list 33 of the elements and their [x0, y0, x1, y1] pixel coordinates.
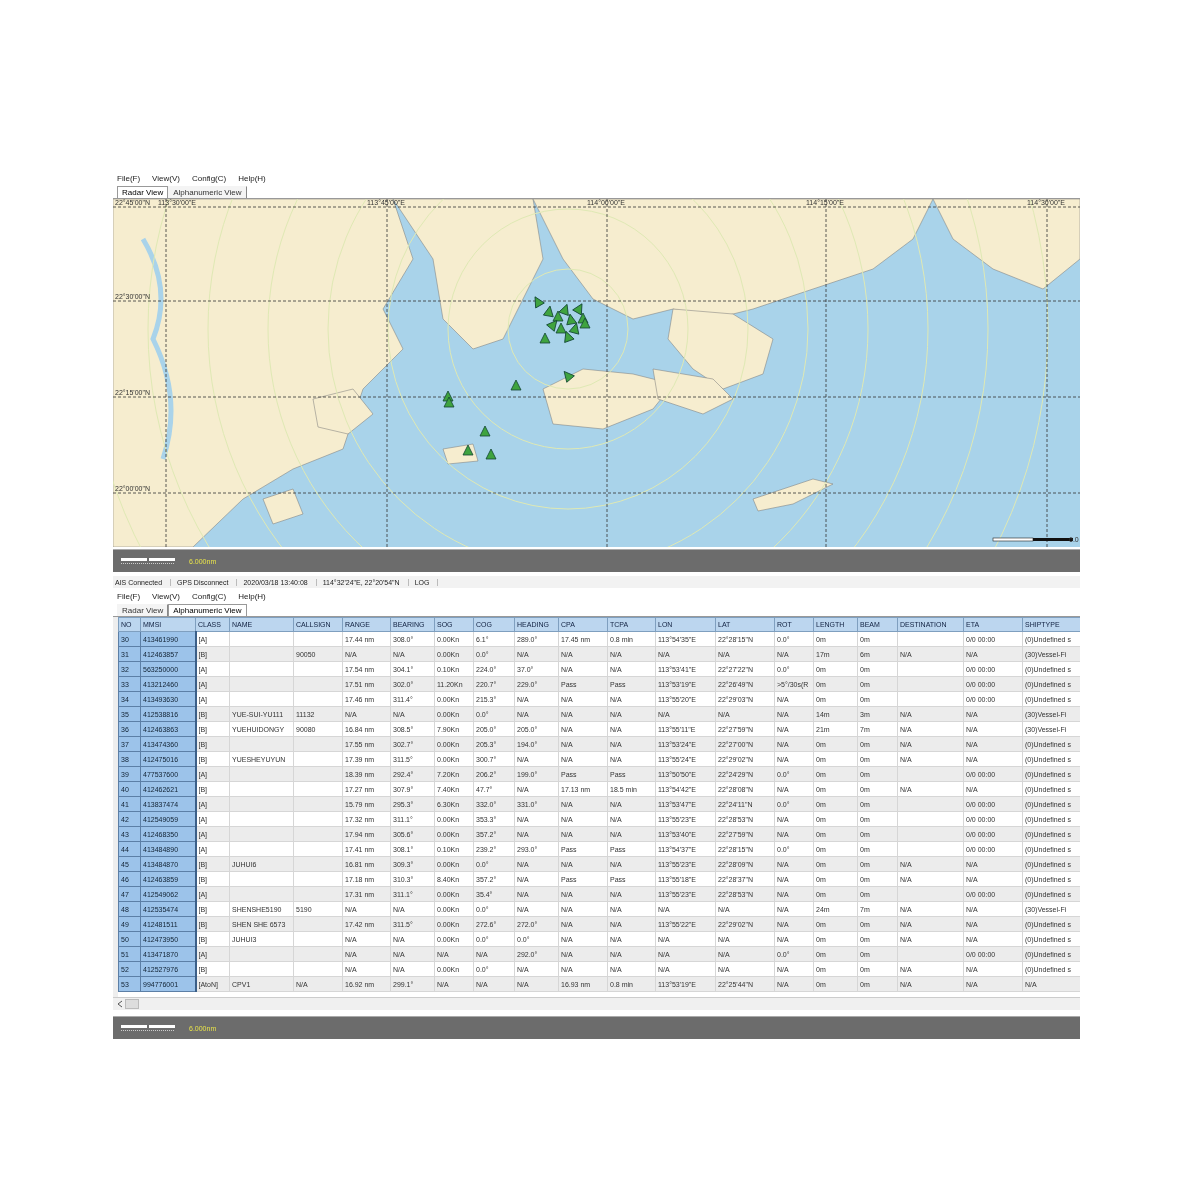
vessel-marker[interactable] — [539, 332, 551, 344]
tab[interactable]: Alphanumeric View — [168, 186, 247, 198]
menu-item[interactable]: File(F) — [117, 173, 141, 183]
vessel-marker[interactable] — [485, 448, 497, 460]
vessel-marker[interactable] — [552, 310, 564, 322]
scale-bar-icon — [121, 557, 175, 565]
vessel-marker[interactable] — [566, 313, 577, 326]
vessel-marker[interactable] — [563, 371, 575, 383]
scale-bar-icon — [121, 1024, 175, 1032]
menu-item[interactable]: View(V) — [152, 591, 180, 601]
vessel-marker[interactable] — [534, 296, 545, 309]
menu-item[interactable]: Config(C) — [191, 173, 227, 183]
vessel-marker[interactable] — [510, 379, 522, 391]
scroll-left-icon[interactable] — [117, 1000, 123, 1008]
vessel-marker[interactable] — [558, 303, 569, 316]
tab[interactable]: Radar View — [117, 186, 169, 198]
vessel-marker[interactable] — [462, 444, 474, 456]
menu-item[interactable]: Help(H) — [238, 173, 266, 183]
vessel-marker[interactable] — [564, 330, 575, 343]
vessel-marker[interactable] — [572, 303, 583, 316]
vessel-marker[interactable] — [568, 322, 580, 335]
vessel-marker[interactable] — [443, 396, 455, 408]
scrollbar-thumb[interactable] — [125, 999, 139, 1009]
menu-item[interactable]: File(F) — [117, 591, 141, 601]
vessel-marker[interactable] — [442, 390, 454, 402]
tab[interactable]: Alphanumeric View — [168, 604, 247, 616]
menu-item[interactable]: View(V) — [152, 173, 180, 183]
vessel-marker[interactable] — [579, 317, 591, 329]
menu-item[interactable]: Help(H) — [238, 591, 266, 601]
tab[interactable]: Radar View — [117, 604, 169, 616]
vessel-marker[interactable] — [479, 425, 491, 437]
menu-item[interactable]: Config(C) — [191, 591, 227, 601]
vessel-marker[interactable] — [555, 322, 567, 334]
